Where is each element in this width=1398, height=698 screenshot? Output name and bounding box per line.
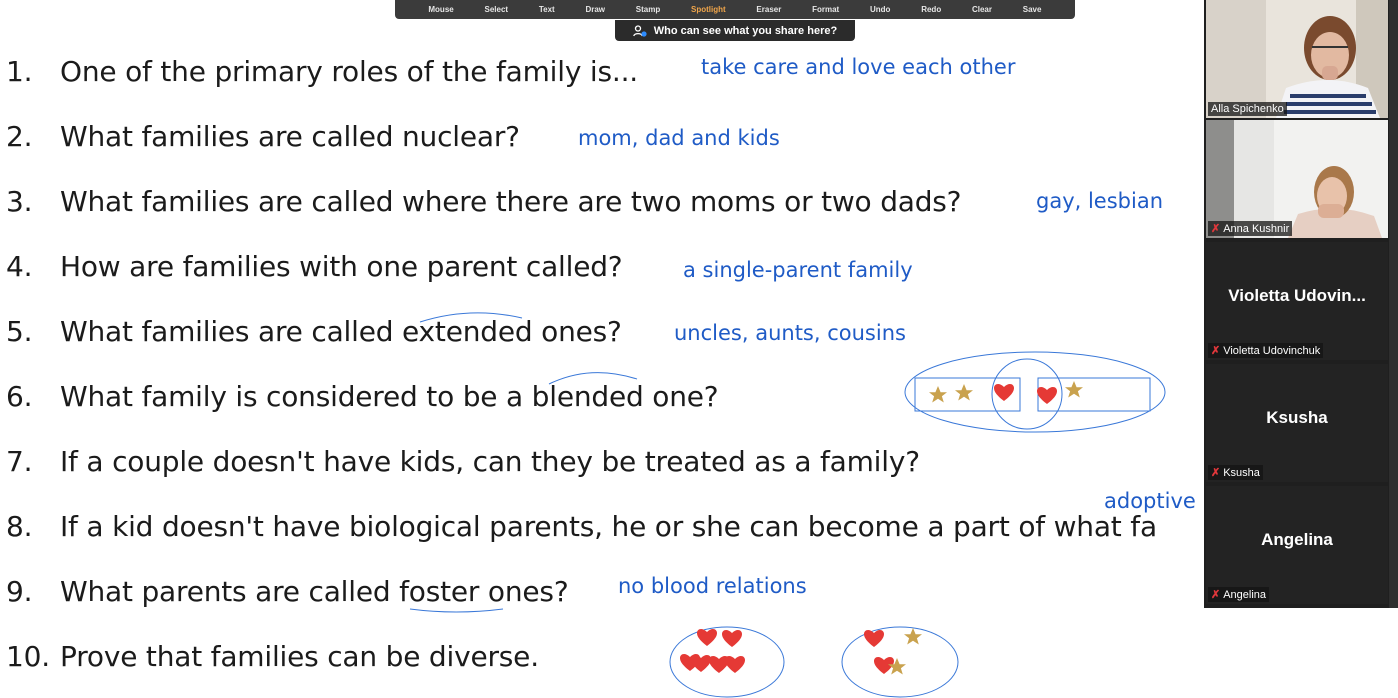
question-number: 2. xyxy=(6,120,33,153)
participant-tile-violetta[interactable]: Violetta Udovin... ✗ Violetta Udovinchuk xyxy=(1206,242,1388,360)
participant-display-name: Angelina xyxy=(1261,530,1333,549)
ink-ellipse-family-b xyxy=(841,626,959,698)
heart-icon xyxy=(691,655,711,672)
share-visibility-label: Who can see what you share here? xyxy=(653,24,838,37)
ink-ellipse-blended xyxy=(904,351,1166,433)
question-number: 6. xyxy=(6,380,33,413)
tool-spotlight[interactable]: Spotlight xyxy=(691,5,726,14)
question-text: One of the primary roles of the family i… xyxy=(60,55,638,88)
question-text: If a couple doesn't have kids, can they … xyxy=(60,445,920,478)
participant-display-name: Violetta Udovin... xyxy=(1228,286,1366,305)
question-number: 1. xyxy=(6,55,33,88)
star-icon xyxy=(904,628,922,645)
question-text: Prove that families can be diverse. xyxy=(60,640,539,673)
star-icon xyxy=(929,386,947,403)
question-text: What families are called nuclear? xyxy=(60,120,520,153)
participants-scrollbar[interactable] xyxy=(1389,0,1398,608)
question-number: 5. xyxy=(6,315,33,348)
question-number: 7. xyxy=(6,445,33,478)
answer-8: adoptive xyxy=(1104,489,1196,513)
star-icon xyxy=(955,384,973,401)
star-icon xyxy=(1065,381,1083,398)
heart-icon xyxy=(680,654,700,671)
mic-muted-icon: ✗ xyxy=(1211,467,1221,479)
people-icon xyxy=(632,24,647,37)
heart-icon xyxy=(994,384,1014,401)
heart-icon xyxy=(874,657,894,674)
heart-icon xyxy=(722,630,742,647)
tool-stamp[interactable]: Stamp xyxy=(636,5,660,14)
participant-name-label: ✗ Anna Kushnir xyxy=(1208,221,1293,236)
question-number: 4. xyxy=(6,250,33,283)
heart-icon xyxy=(725,656,745,673)
answer-1: take care and love each other xyxy=(701,55,1016,79)
participant-name-label: ✗ Violetta Udovinchuk xyxy=(1208,343,1324,358)
participant-tile-angelina[interactable]: Angelina ✗ Angelina xyxy=(1206,486,1388,604)
answer-3: gay, lesbian xyxy=(1036,189,1164,213)
annotate-toolbar: Mouse Select Text Draw Stamp Spotlight E… xyxy=(395,0,1075,19)
ink-ellipse-family-a xyxy=(669,626,785,698)
tool-text[interactable]: Text xyxy=(539,5,555,14)
question-number: 9. xyxy=(6,575,33,608)
question-4: 4. How are families with one parent calle… xyxy=(6,250,623,283)
star-icon xyxy=(888,658,906,675)
question-10: 10. Prove that families can be diverse. xyxy=(6,640,539,673)
tool-save[interactable]: Save xyxy=(1023,5,1042,14)
answer-2: mom, dad and kids xyxy=(578,126,780,150)
tool-clear[interactable]: Clear xyxy=(972,5,992,14)
participant-name-label: Alla Spichenko xyxy=(1208,102,1287,116)
tool-draw[interactable]: Draw xyxy=(585,5,605,14)
answer-4: a single-parent family xyxy=(683,258,913,282)
ink-box-right xyxy=(1037,377,1151,412)
question-number: 8. xyxy=(6,510,33,543)
tool-mouse[interactable]: Mouse xyxy=(428,5,453,14)
share-visibility-button[interactable]: Who can see what you share here? xyxy=(615,20,855,41)
answer-9: no blood relations xyxy=(618,574,807,598)
question-8: 8. If a kid doesn't have biological paren… xyxy=(6,510,1157,543)
question-7: 7. If a couple doesn't have kids, can the… xyxy=(6,445,920,478)
question-2: 2. What families are called nuclear? xyxy=(6,120,520,153)
participant-tile-ksusha[interactable]: Ksusha ✗ Ksusha xyxy=(1206,364,1388,482)
ink-circle-center xyxy=(991,358,1063,430)
question-text: What families are called extended ones? xyxy=(60,315,622,348)
participant-tile-alla[interactable]: Alla Spichenko xyxy=(1206,0,1388,118)
tool-redo[interactable]: Redo xyxy=(921,5,941,14)
answer-5: uncles, aunts, cousins xyxy=(674,321,906,345)
heart-icon xyxy=(709,656,729,673)
heart-icon xyxy=(1037,387,1057,404)
question-text: If a kid doesn't have biological parents… xyxy=(60,510,1157,543)
ink-box-left xyxy=(914,377,1021,412)
mic-muted-icon: ✗ xyxy=(1211,223,1221,235)
question-1: 1. One of the primary roles of the family… xyxy=(6,55,638,88)
ink-underline-foster xyxy=(409,608,504,613)
participant-display-name: Ksusha xyxy=(1266,408,1328,427)
participant-tile-anna[interactable]: ✗ Anna Kushnir xyxy=(1206,120,1388,238)
participant-name-label: ✗ Ksusha xyxy=(1208,465,1263,480)
question-3: 3. What families are called where there a… xyxy=(6,185,962,218)
question-number: 3. xyxy=(6,185,33,218)
question-text: What parents are called foster ones? xyxy=(60,575,569,608)
participant-name-label: ✗ Angelina xyxy=(1208,587,1270,602)
tool-undo[interactable]: Undo xyxy=(870,5,890,14)
mic-muted-icon: ✗ xyxy=(1211,589,1221,601)
heart-icon xyxy=(864,630,884,647)
question-9: 9. What parents are called foster ones? xyxy=(6,575,569,608)
question-6: 6. What family is considered to be a blen… xyxy=(6,380,719,413)
question-text: What families are called where there are… xyxy=(60,185,962,218)
tool-format[interactable]: Format xyxy=(812,5,839,14)
tool-select[interactable]: Select xyxy=(484,5,508,14)
heart-icon xyxy=(697,629,717,646)
question-number: 10. xyxy=(6,640,50,673)
question-5: 5. What families are called extended ones… xyxy=(6,315,622,348)
tool-eraser[interactable]: Eraser xyxy=(756,5,781,14)
question-text: How are families with one parent called? xyxy=(60,250,623,283)
question-text: What family is considered to be a blende… xyxy=(60,380,719,413)
participant-video xyxy=(1206,0,1388,118)
mic-muted-icon: ✗ xyxy=(1211,345,1221,357)
